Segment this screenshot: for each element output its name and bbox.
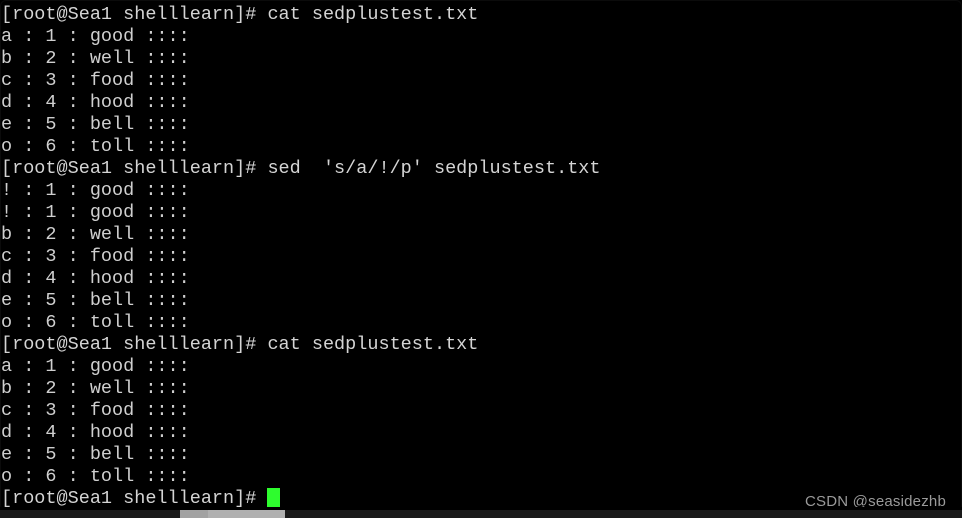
horizontal-scrollbar[interactable]	[0, 510, 962, 518]
terminal-line: c : 3 : food ::::	[1, 70, 190, 91]
terminal-line: b : 2 : well ::::	[1, 378, 190, 399]
terminal-line: e : 5 : bell ::::	[1, 444, 190, 465]
terminal-line: ! : 1 : good ::::	[1, 180, 190, 201]
terminal-line: o : 6 : toll ::::	[1, 312, 190, 333]
terminal-line: c : 3 : food ::::	[1, 400, 190, 421]
terminal-line: ! : 1 : good ::::	[1, 202, 190, 223]
terminal-line: o : 6 : toll ::::	[1, 466, 190, 487]
terminal-line: d : 4 : hood ::::	[1, 268, 190, 289]
terminal-line: [root@Sea1 shelllearn]# cat sedplustest.…	[1, 4, 479, 25]
terminal-line: [root@Sea1 shelllearn]# cat sedplustest.…	[1, 334, 479, 355]
terminal-line: [root@Sea1 shelllearn]# sed 's/a/!/p' se…	[1, 158, 601, 179]
terminal-window[interactable]: [root@Sea1 shelllearn]# cat sedplustest.…	[0, 0, 962, 518]
terminal-line: a : 1 : good ::::	[1, 26, 190, 47]
terminal-line: a : 1 : good ::::	[1, 356, 190, 377]
terminal-line: c : 3 : food ::::	[1, 246, 190, 267]
terminal-line: b : 2 : well ::::	[1, 224, 190, 245]
terminal-line: e : 5 : bell ::::	[1, 114, 190, 135]
terminal-line: o : 6 : toll ::::	[1, 136, 190, 157]
horizontal-scrollbar-thumb[interactable]	[180, 510, 285, 518]
scrollbar-thumb-highlight	[180, 510, 208, 518]
terminal-line: d : 4 : hood ::::	[1, 422, 190, 443]
terminal-line: b : 2 : well ::::	[1, 48, 190, 69]
terminal-line: d : 4 : hood ::::	[1, 92, 190, 113]
terminal-line: e : 5 : bell ::::	[1, 290, 190, 311]
terminal-screen[interactable]: [root@Sea1 shelllearn]# cat sedplustest.…	[0, 0, 962, 510]
